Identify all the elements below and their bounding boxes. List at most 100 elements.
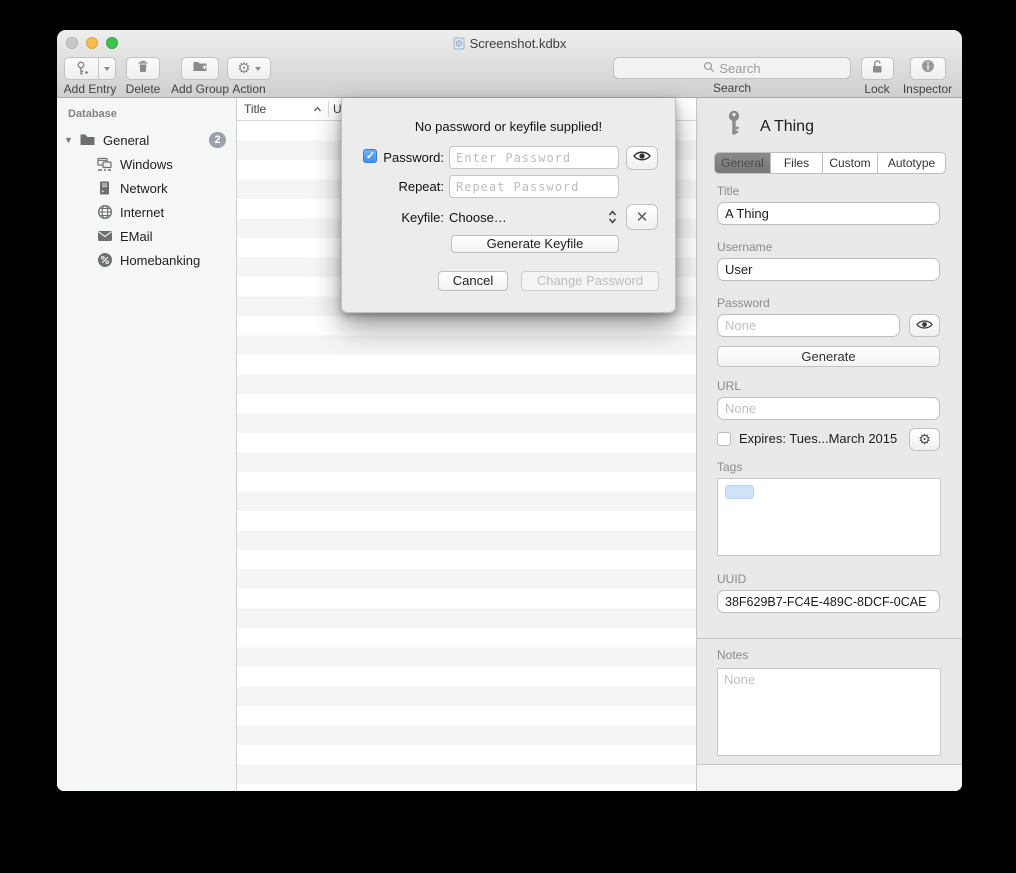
delete-label: Delete [122, 82, 164, 96]
notes-field[interactable] [717, 668, 941, 756]
delete-group: Delete [122, 57, 164, 96]
eye-icon [916, 319, 933, 333]
title-field[interactable] [717, 202, 940, 225]
notes-label: Notes [717, 648, 748, 662]
trash-icon [136, 59, 150, 79]
windows-icon [96, 156, 113, 173]
window-title: Screenshot.kdbx [470, 36, 567, 51]
titlebar[interactable]: Screenshot.kdbx [57, 30, 962, 56]
add-group-label: Add Group [168, 82, 232, 96]
search-icon [703, 61, 715, 76]
chevron-down-icon [104, 67, 110, 71]
app-window: Screenshot.kdbx Add Entry [57, 30, 962, 791]
password-label: Password [717, 296, 770, 310]
generate-keyfile-button[interactable]: Generate Keyfile [451, 235, 619, 253]
clear-keyfile-button[interactable]: ✕ [626, 204, 658, 230]
keyfile-popup[interactable]: Choose… [449, 205, 619, 229]
sidebar-item-label: EMail [120, 229, 153, 244]
globe-icon [96, 204, 113, 221]
change-password-sheet: No password or keyfile supplied! Passwor… [341, 98, 676, 313]
column-divider[interactable] [328, 101, 329, 117]
inspector-panel: A Thing General Files Custom Autotype Ti… [696, 98, 962, 791]
generate-password-button[interactable]: Generate [717, 346, 940, 367]
password-checkbox[interactable] [363, 149, 377, 163]
sidebar-item-email[interactable]: EMail [57, 225, 236, 247]
envelope-icon [96, 228, 113, 245]
uuid-field[interactable] [717, 590, 940, 613]
percent-icon [96, 252, 113, 269]
sheet-repeat-label: Repeat: [380, 179, 444, 194]
expires-row: Expires: Tues...March 2015 [717, 431, 897, 446]
lock-group: Lock [857, 57, 897, 96]
toolbar: Add Entry Delete Add Group [57, 56, 962, 97]
uuid-label: UUID [717, 572, 746, 586]
window-title-wrap: Screenshot.kdbx [57, 36, 962, 53]
sidebar-header: Database [68, 108, 117, 120]
tag-token[interactable] [725, 485, 754, 499]
username-label: Username [717, 240, 772, 254]
network-icon [96, 180, 113, 197]
reveal-password-button[interactable] [909, 314, 940, 337]
add-group-group: Add Group [168, 57, 232, 96]
cancel-button[interactable]: Cancel [438, 271, 508, 291]
inspector-tabs: General Files Custom Autotype [714, 152, 946, 174]
sheet-keyfile-label: Keyfile: [380, 210, 444, 225]
sidebar-item-homebanking[interactable]: Homebanking [57, 249, 236, 271]
tab-files[interactable]: Files [771, 153, 823, 173]
tab-autotype[interactable]: Autotype [878, 153, 945, 173]
entry-count-badge: 2 [209, 132, 226, 148]
clear-x-icon: ✕ [636, 210, 649, 225]
url-field[interactable] [717, 397, 940, 420]
sidebar-item-internet[interactable]: Internet [57, 201, 236, 223]
search-input[interactable]: Search [613, 57, 851, 79]
sidebar-item-label: General [103, 133, 149, 148]
section-divider [697, 638, 962, 639]
folder-plus-icon [192, 59, 208, 78]
search-placeholder: Search [719, 61, 760, 76]
search-label: Search [613, 81, 851, 95]
disclosure-triangle-icon[interactable]: ▼ [64, 135, 73, 145]
tab-general[interactable]: General [715, 153, 771, 173]
title-label: Title [717, 184, 739, 198]
expires-settings-button[interactable]: ⚙ [909, 428, 940, 451]
username-field[interactable] [717, 258, 940, 281]
folder-icon [79, 132, 96, 149]
gear-icon: ⚙ [237, 61, 250, 76]
action-button[interactable]: ⚙ [227, 57, 271, 80]
sort-asc-icon [313, 103, 322, 112]
inspector-button[interactable] [910, 57, 946, 80]
sidebar: Database ▼ General 2 Windows Network [57, 98, 237, 791]
tags-box[interactable] [717, 478, 941, 556]
key-plus-icon [65, 58, 98, 79]
add-group-button[interactable] [181, 57, 219, 80]
add-entry-label: Add Entry [62, 82, 118, 96]
sidebar-item-general[interactable]: ▼ General 2 [57, 129, 236, 151]
add-entry-dropdown[interactable] [99, 58, 115, 79]
delete-button[interactable] [126, 57, 160, 80]
password-field[interactable] [717, 314, 900, 337]
sheet-repeat-input[interactable] [449, 175, 619, 198]
sheet-password-input[interactable] [449, 146, 619, 169]
column-header-title[interactable]: Title [244, 102, 266, 116]
lock-open-icon [870, 59, 884, 79]
expires-label: Expires: Tues...March 2015 [739, 431, 897, 446]
sidebar-item-windows[interactable]: Windows [57, 153, 236, 175]
window-chrome: Screenshot.kdbx Add Entry [57, 30, 962, 98]
sidebar-item-network[interactable]: Network [57, 177, 236, 199]
keyfile-popup-value: Choose… [449, 210, 507, 225]
search-group: Search Search [613, 57, 851, 95]
lock-button[interactable] [861, 57, 894, 80]
url-label: URL [717, 379, 741, 393]
add-entry-button[interactable] [64, 57, 116, 80]
change-password-button[interactable]: Change Password [521, 271, 659, 291]
expires-checkbox[interactable] [717, 432, 731, 446]
sidebar-item-label: Internet [120, 205, 164, 220]
info-icon [921, 59, 935, 78]
tab-custom[interactable]: Custom [823, 153, 878, 173]
sheet-reveal-password-button[interactable] [626, 146, 658, 170]
lock-label: Lock [857, 82, 897, 96]
action-label: Action [225, 82, 273, 96]
add-entry-group: Add Entry [62, 57, 118, 96]
sidebar-item-label: Windows [120, 157, 173, 172]
inspector-group: Inspector [900, 57, 955, 96]
